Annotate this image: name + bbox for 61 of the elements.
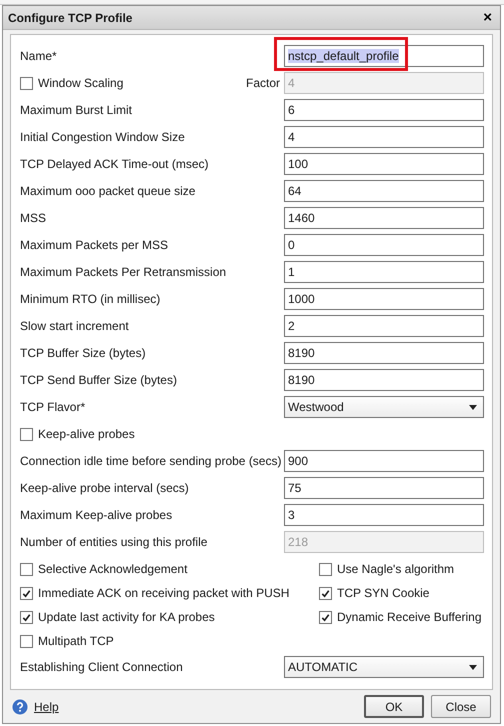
input-field[interactable]: 75 [284, 477, 484, 499]
checkbox-label: Use Nagle's algorithm [337, 562, 454, 576]
checkbox-label: Immediate ACK on receiving packet with PUSH [38, 586, 290, 600]
input-field[interactable]: 1000 [284, 288, 484, 310]
input-field[interactable]: 64 [284, 180, 484, 202]
input-field[interactable]: 1 [284, 261, 484, 283]
checkbox-label: Window Scaling [38, 76, 124, 90]
field-label: Number of entities using this profile [20, 535, 208, 549]
input-field[interactable]: 4 [284, 126, 484, 148]
window-title: Configure TCP Profile [8, 10, 132, 24]
checkbox-label: Update last activity for KA probes [38, 610, 215, 624]
field-label: Establishing Client Connection [20, 660, 184, 674]
field-label: TCP Delayed ACK Time-out (msec) [20, 157, 210, 171]
field-label: Maximum Keep-alive probes [20, 508, 174, 522]
checkbox[interactable] [20, 586, 33, 600]
checkbox-label: Selective Acknowledgement [38, 562, 188, 576]
checkbox-label: Dynamic Receive Buffering [337, 610, 482, 624]
input-field[interactable]: 6 [284, 99, 484, 121]
field-label: Name* [20, 49, 58, 63]
help-icon[interactable] [12, 698, 28, 714]
dropdown[interactable]: AUTOMATIC [284, 656, 484, 678]
help-link[interactable]: Help [34, 700, 59, 714]
checkbox-label: TCP SYN Cookie [337, 586, 430, 600]
input-field[interactable]: 0 [284, 234, 484, 256]
checkbox[interactable] [319, 586, 332, 600]
field-label: Initial Congestion Window Size [20, 130, 186, 144]
input-field[interactable]: nstcp_default_profile [284, 45, 484, 67]
checkbox[interactable] [319, 562, 332, 576]
checkbox[interactable] [20, 610, 33, 624]
checkbox[interactable] [20, 428, 33, 440]
field-label: Keep-alive probe interval (secs) [20, 481, 190, 495]
input-field[interactable]: 3 [284, 504, 484, 526]
field-label: TCP Buffer Size (bytes) [20, 346, 147, 360]
input-field[interactable]: 100 [284, 153, 484, 175]
dialog-button[interactable]: OK [364, 695, 424, 718]
field-label: Connection idle time before sending probe (secs) [20, 454, 282, 468]
dropdown[interactable]: Westwood [284, 396, 484, 418]
close-button[interactable]: × [481, 10, 494, 26]
field-label: Maximum Packets Per Retransmission [20, 265, 228, 279]
input-field[interactable]: 8190 [284, 342, 484, 364]
field-label: Maximum Burst Limit [20, 103, 134, 117]
field-label: Minimum RTO (in millisec) [20, 292, 162, 306]
input-field[interactable]: 1460 [284, 207, 484, 229]
caret-icon [469, 664, 477, 670]
field-label: Slow start increment [20, 319, 130, 333]
checkbox[interactable] [20, 562, 33, 576]
checkbox-label: Multipath TCP [38, 634, 114, 648]
checkbox[interactable] [20, 634, 33, 648]
input-field[interactable]: 8190 [284, 369, 484, 391]
checkbox-label: Keep-alive probes [38, 427, 135, 441]
field-label: Factor [246, 76, 280, 90]
input-field[interactable]: 2 [284, 315, 484, 337]
checkbox[interactable] [319, 610, 332, 624]
input-field[interactable]: 900 [284, 450, 484, 472]
field-label: TCP Flavor* [20, 400, 86, 414]
field-label: TCP Send Buffer Size (bytes) [20, 373, 178, 387]
field-label: MSS [20, 211, 48, 225]
dialog-button[interactable]: Close [431, 695, 491, 718]
caret-icon [469, 404, 477, 410]
field-label: Maximum Packets per MSS [20, 238, 170, 252]
field-label: Maximum ooo packet queue size [20, 184, 196, 198]
